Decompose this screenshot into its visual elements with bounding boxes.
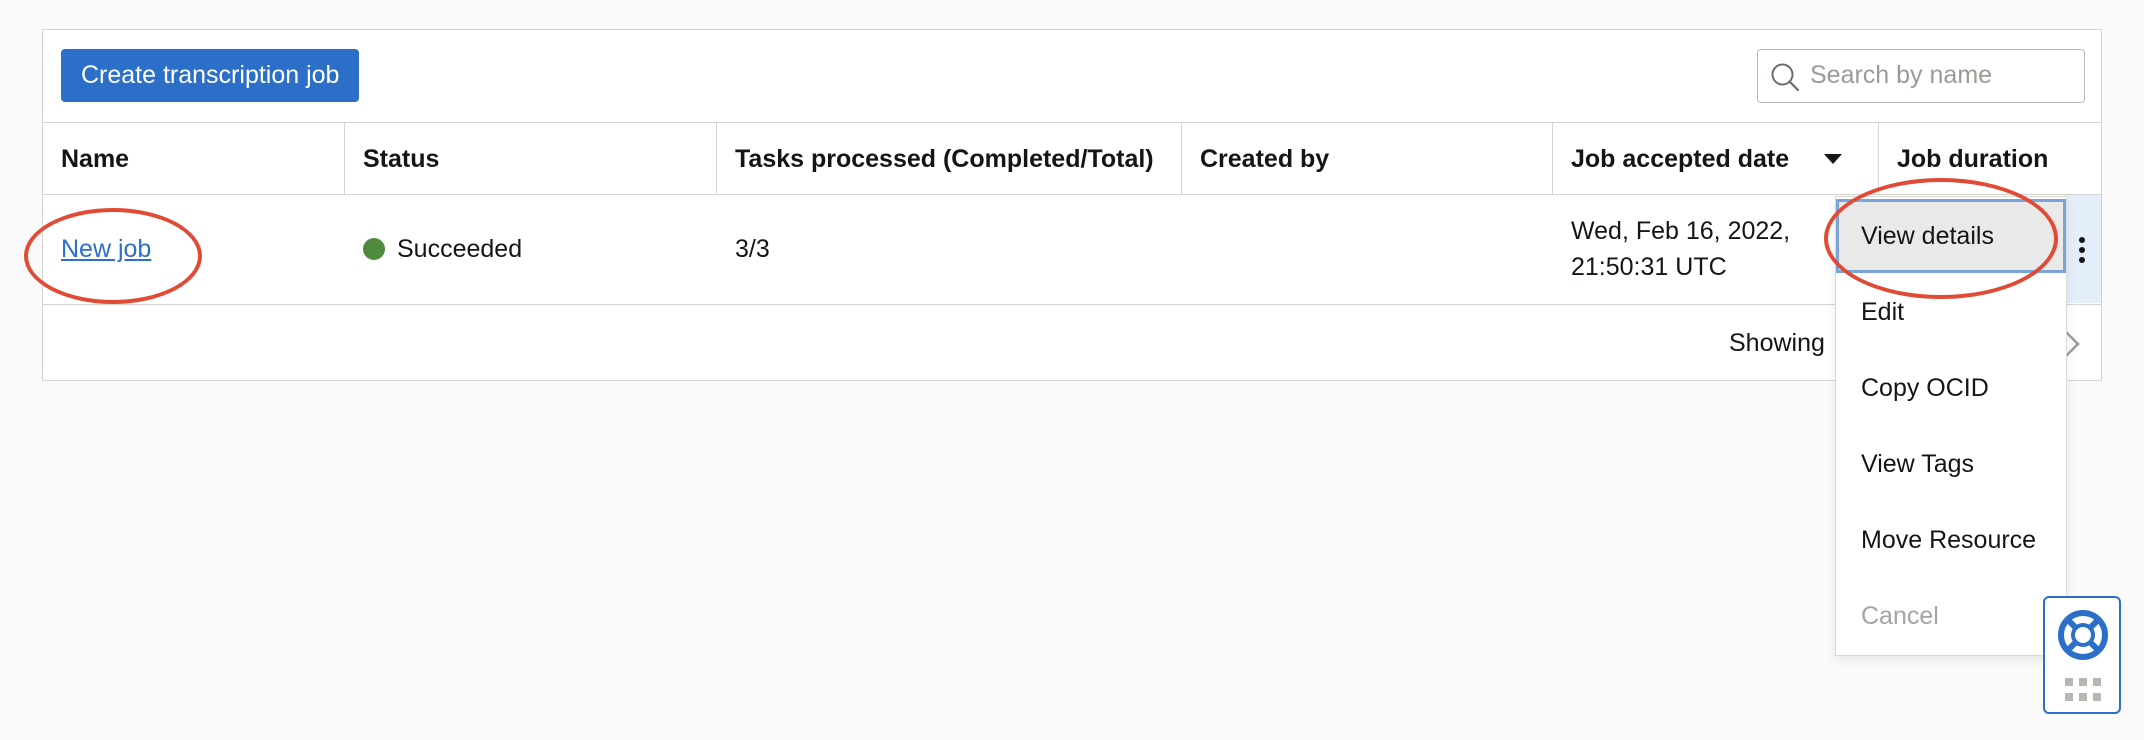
lifebuoy-icon xyxy=(2058,610,2108,660)
menu-item-copy-ocid[interactable]: Copy OCID xyxy=(1836,351,2066,425)
sort-desc-icon[interactable] xyxy=(1824,154,1842,164)
row-actions-cell xyxy=(2065,195,2101,303)
create-transcription-job-button[interactable]: Create transcription job xyxy=(61,49,360,102)
cell-created-by xyxy=(1182,195,1553,303)
column-header-accepted-date-label: Job accepted date xyxy=(1571,145,1790,173)
menu-item-edit[interactable]: Edit xyxy=(1836,275,2066,349)
column-header-status[interactable]: Status xyxy=(345,123,717,195)
help-widget[interactable] xyxy=(2043,596,2121,714)
cell-status: Succeeded xyxy=(345,195,717,303)
column-header-accepted-date[interactable]: Job accepted date xyxy=(1553,123,1879,195)
table-header: Name Status Tasks processed (Completed/T… xyxy=(43,122,2101,195)
grid-icon xyxy=(2065,678,2101,701)
cell-name: New job xyxy=(43,195,345,303)
kebab-menu-icon[interactable] xyxy=(2079,237,2085,263)
cell-accepted-date: Wed, Feb 16, 2022, 21:50:31 UTC xyxy=(1553,195,1843,303)
cell-tasks: 3/3 xyxy=(717,195,1182,303)
column-header-created-by[interactable]: Created by xyxy=(1182,123,1553,195)
search-icon xyxy=(1771,63,1800,92)
table-row: New job Succeeded 3/3 Wed, Feb 16, 2022,… xyxy=(43,195,2101,305)
accepted-date-line2: 21:50:31 UTC xyxy=(1571,253,1727,281)
jobs-panel: Create transcription job Name Status Tas… xyxy=(42,29,2102,381)
search-box[interactable] xyxy=(1757,49,2085,103)
column-header-tasks[interactable]: Tasks processed (Completed/Total) xyxy=(717,123,1182,195)
status-success-icon xyxy=(363,238,385,260)
menu-item-view-details[interactable]: View details xyxy=(1836,199,2066,273)
row-actions-menu: View details Edit Copy OCID View Tags Mo… xyxy=(1835,196,2067,656)
toolbar: Create transcription job xyxy=(43,30,2101,122)
pagination-status: Showing xyxy=(1729,329,1825,357)
status-text: Succeeded xyxy=(397,234,523,263)
table-footer: Showing xyxy=(43,305,2101,381)
accepted-date-line1: Wed, Feb 16, 2022, xyxy=(1571,217,1791,245)
menu-item-move-resource[interactable]: Move Resource xyxy=(1836,503,2066,577)
menu-item-view-tags[interactable]: View Tags xyxy=(1836,427,2066,501)
search-input[interactable] xyxy=(1810,50,2078,101)
column-header-name[interactable]: Name xyxy=(43,123,345,195)
job-name-link[interactable]: New job xyxy=(61,235,151,264)
tasks-processed: 3/3 xyxy=(735,234,770,263)
menu-item-cancel: Cancel xyxy=(1861,602,1939,630)
column-header-duration[interactable]: Job duration xyxy=(1879,123,2103,195)
